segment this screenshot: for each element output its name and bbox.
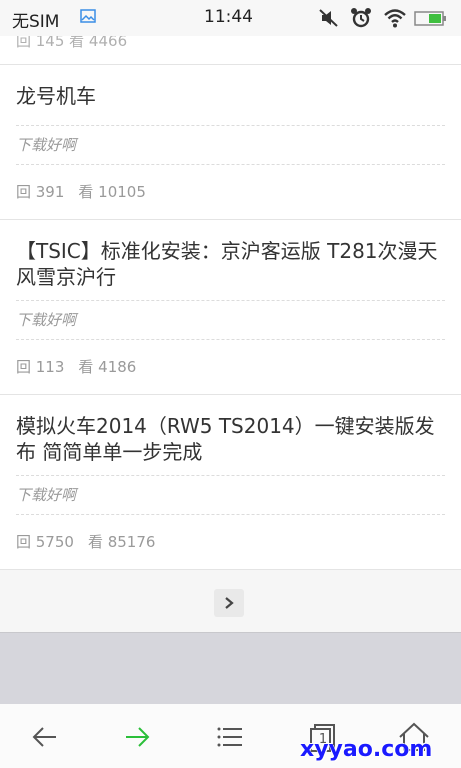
chevron-right-icon [225,597,234,609]
thread-list: 回 145 看 4466 龙号机车 下载好啊 回 391 看 10105 【TSI… [0,36,461,632]
blank-band [0,632,461,705]
battery-icon [414,11,446,26]
back-arrow-icon[interactable] [28,720,62,754]
view-count: 看 10105 [78,183,146,201]
list-item[interactable]: 龙号机车 下载好啊 回 391 看 10105 [0,65,461,220]
thread-title[interactable]: 龙号机车 [0,65,461,125]
carrier-label: 无SIM [12,12,60,32]
view-count: 看 85176 [87,533,156,551]
image-icon [80,9,96,23]
reply-count: 回 391 [16,183,65,201]
mute-icon [319,9,338,27]
thread-title[interactable]: 【TSIC】标准化安装：京沪客运版 T281次漫天风雪京沪行 [0,220,461,300]
clock: 11:44 [204,7,253,27]
thread-meta: 回 391 看 10105 [0,165,461,219]
thread-title[interactable]: 模拟火车2014（RW5 TS2014）一键安装版发布 简简单单一步完成 [0,395,461,475]
view-count: 看 4186 [78,358,137,376]
pager [0,570,461,632]
list-item[interactable]: 模拟火车2014（RW5 TS2014）一键安装版发布 简简单单一步完成 下载好… [0,395,461,570]
next-page-button[interactable] [214,589,244,617]
thread-quote: 下载好啊 [16,475,445,515]
watermark-logo: xyyao.com [300,737,433,762]
thread-meta: 回 113 看 4186 [0,340,461,394]
wifi-icon [384,9,406,28]
reply-count: 回 113 [16,358,65,376]
forward-arrow-icon[interactable] [120,720,154,754]
status-bar: 无SIM 11:44 [0,0,461,36]
thread-quote: 下载好啊 [16,125,445,165]
previous-item-meta: 回 145 看 4466 [16,36,128,50]
alarm-icon [351,8,371,28]
list-item[interactable]: 【TSIC】标准化安装：京沪客运版 T281次漫天风雪京沪行 下载好啊 回 11… [0,220,461,395]
thread-meta: 回 5750 看 85176 [0,515,461,569]
previous-item-stub[interactable]: 回 145 看 4466 [0,36,461,65]
reply-count: 回 5750 [16,533,74,551]
thread-quote: 下载好啊 [16,300,445,340]
menu-icon[interactable] [213,720,247,754]
